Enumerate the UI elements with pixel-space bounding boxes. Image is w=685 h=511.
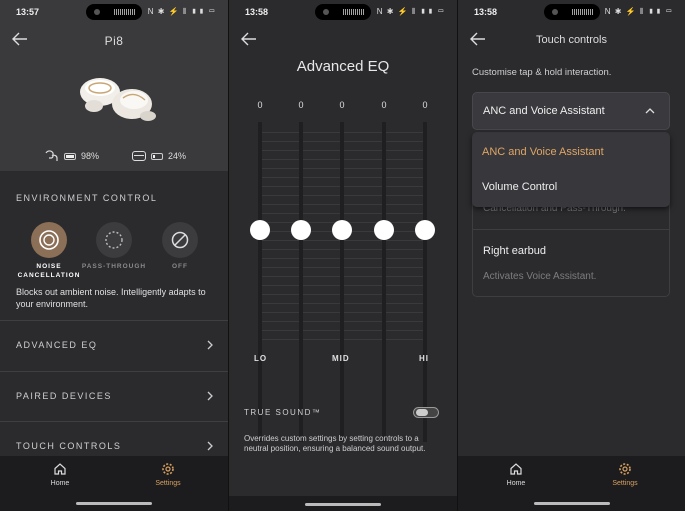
status-icons: N ✱ ⚡ ⦀ ▮▮ ▭ [604,7,673,16]
eq-slider-knob[interactable] [250,220,270,240]
nav-home-label: Home [50,480,70,487]
back-arrow-icon[interactable] [241,32,257,46]
eq-track [423,122,427,442]
eq-band-value: 0 [381,100,387,110]
nav-settings-label: Settings [612,480,638,487]
earbuds-image [80,78,156,121]
status-bar: 13:58 N ✱ ⚡ ⦀ ▮▮ ▭ [458,0,685,24]
camera-pill [544,4,600,20]
left-earbud-action-select[interactable]: ANC and Voice Assistant [472,92,670,130]
toggle-thumb [416,409,428,416]
case-battery-icon [151,152,163,160]
menu-paired-devices[interactable]: PAIRED DEVICES [0,371,228,421]
chevron-up-icon [645,108,655,114]
nav-home[interactable]: Home [30,462,90,487]
eq-track [258,122,262,442]
gesture-bar-area [229,496,457,511]
eq-slider-knob[interactable] [332,220,352,240]
home-icon [510,463,522,475]
home-indicator [305,503,381,506]
status-icons: N ✱ ⚡ ⦀ ▮▮ ▭ [147,7,216,16]
touch-controls-screen: 13:58 N ✱ ⚡ ⦀ ▮▮ ▭ Touch controls Custom… [458,0,685,511]
eq-track [382,122,386,442]
status-bar: 13:57 N ✱ ⚡ ⦀ ▮▮ ▭ [0,0,228,24]
menu-paired-devices-label: PAIRED DEVICES [16,391,112,401]
page-title: Advanced EQ [296,58,390,75]
home-indicator [76,502,152,505]
status-time: 13:57 [16,7,40,17]
environment-description: Blocks out ambient noise. Intelligently … [16,287,206,309]
pass-through-button[interactable] [96,222,132,258]
status-icons: N ✱ ⚡ ⦀ ▮▮ ▭ [376,7,445,16]
divider [473,229,669,230]
bottom-nav: Home Settings [458,456,685,511]
bottom-nav: Home Settings [0,456,228,511]
eq-track [340,122,344,442]
eq-band-value: 0 [422,100,428,110]
dropdown-option-anc-voice[interactable]: ANC and Voice Assistant [482,146,604,158]
nav-settings[interactable]: Settings [595,462,655,487]
pass-through-icon [105,231,123,249]
home-icon [54,463,66,475]
anc-off-button[interactable] [162,222,198,258]
eq-axis-mid: MID [332,354,350,363]
home-indicator [533,502,610,505]
eq-band-value: 0 [257,100,263,110]
dropdown-option-volume[interactable]: Volume Control [482,181,557,193]
true-sound-label: TRUE SOUND™ [244,408,322,417]
eq-slider-knob[interactable] [374,220,394,240]
earbuds-icon [45,150,58,161]
action-dropdown-menu: ANC and Voice Assistant Volume Control [472,133,670,207]
eq-track [299,122,303,442]
noise-cancellation-icon [39,230,59,250]
case-icon [132,151,146,161]
menu-advanced-eq-label: ADVANCED EQ [16,340,98,350]
status-time: 13:58 [474,7,498,17]
true-sound-toggle[interactable] [413,407,439,418]
select-value: ANC and Voice Assistant [483,105,605,117]
earbuds-battery: 98% [43,148,99,164]
right-earbud-label[interactable]: Right earbud [483,245,546,257]
chevron-right-icon [207,441,213,451]
nav-settings[interactable]: Settings [138,462,198,487]
true-sound-description: Overrides custom settings by setting con… [244,434,426,453]
page-subtitle: Customise tap & hold interaction. [472,67,612,78]
page-title: Touch controls [536,34,607,46]
status-time: 13:58 [245,7,269,17]
pass-through-label: PASS-THROUGH [81,263,147,270]
off-icon [171,231,189,249]
camera-pill [86,4,142,20]
camera-pill [315,4,371,20]
eq-axis-high: HI [419,354,429,363]
noise-cancellation-label: NOISE CANCELLATION [17,263,81,279]
eq-axis-low: LO [254,354,268,363]
case-battery-percent: 24% [168,151,187,161]
nav-home[interactable]: Home [486,462,546,487]
device-title: Pi8 [104,34,124,48]
off-label: OFF [172,263,188,270]
main-settings-screen: 13:57 N ✱ ⚡ ⦀ ▮▮ ▭ Pi8 98% 24% ENVIRONME… [0,0,228,511]
earbuds-battery-icon [64,152,76,160]
nav-settings-label: Settings [155,480,181,487]
case-battery: 24% [132,148,186,164]
eq-slider-knob[interactable] [291,220,311,240]
eq-band-value: 0 [298,100,304,110]
eq-band-value: 0 [339,100,345,110]
environment-heading: ENVIRONMENT CONTROL [16,193,158,203]
gear-icon [162,463,174,475]
status-bar: 13:58 N ✱ ⚡ ⦀ ▮▮ ▭ [229,0,457,24]
noise-cancellation-button[interactable] [31,222,67,258]
advanced-eq-screen: 13:58 N ✱ ⚡ ⦀ ▮▮ ▭ Advanced EQ 0 0 0 0 0… [229,0,457,511]
earbuds-battery-percent: 98% [81,151,100,161]
menu-advanced-eq[interactable]: ADVANCED EQ [0,320,228,370]
right-earbud-description: Activates Voice Assistant. [483,271,597,282]
eq-slider-knob[interactable] [415,220,435,240]
chevron-right-icon [207,340,213,350]
chevron-right-icon [207,391,213,401]
menu-touch-controls-label: TOUCH CONTROLS [16,441,122,451]
nav-home-label: Home [506,480,526,487]
gear-icon [619,463,631,475]
